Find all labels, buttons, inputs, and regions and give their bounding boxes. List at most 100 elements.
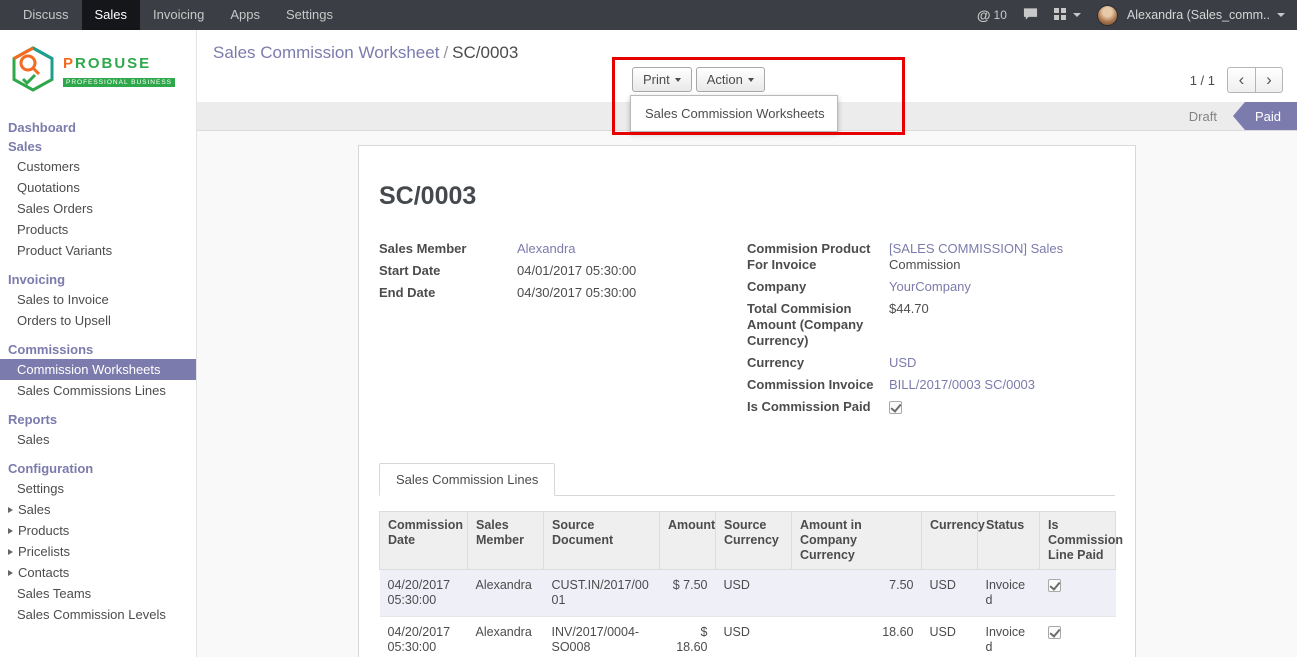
field-label-start-date: Start Date: [379, 263, 517, 279]
sidebar-nav: Dashboard Sales Customers Quotations Sal…: [0, 118, 196, 625]
status-draft[interactable]: Draft: [1173, 102, 1233, 130]
sidebar-section-sales[interactable]: Sales: [0, 137, 196, 156]
sidebar-item-label: Customers: [17, 159, 80, 174]
column-header-amount-company-currency[interactable]: Amount in Company Currency: [792, 512, 922, 570]
mentions-button[interactable]: @ 10: [977, 7, 1007, 23]
probuse-logo-text: PROBUSE PROFESSIONAL BUSINESS: [63, 55, 175, 87]
record-title: SC/0003: [379, 182, 1115, 211]
menu-sales[interactable]: Sales: [82, 0, 141, 30]
sidebar-item-label: Settings: [17, 481, 64, 496]
table-row[interactable]: 04/20/2017 05:30:00 Alexandra CUST.IN/20…: [380, 570, 1116, 617]
commission-lines-table: Commission Date Sales Member Source Docu…: [379, 511, 1116, 657]
cell-source-document: INV/2017/0004-SO008: [544, 617, 660, 657]
menu-apps[interactable]: Apps: [217, 0, 273, 30]
field-group: Sales Member Alexandra Start Date 04/01/…: [379, 241, 1115, 421]
sidebar-item-sales-to-invoice[interactable]: Sales to Invoice: [0, 289, 196, 310]
sidebar-item-sales-commission-levels[interactable]: Sales Commission Levels: [0, 604, 196, 625]
field-label-currency: Currency: [747, 355, 889, 371]
tab-sales-commission-lines[interactable]: Sales Commission Lines: [379, 463, 555, 496]
field-value-commission-product-link[interactable]: [SALES COMMISSION] Sales: [889, 241, 1063, 256]
sidebar-section-reports[interactable]: Reports: [0, 410, 196, 429]
menu-discuss[interactable]: Discuss: [10, 0, 82, 30]
column-header-amount[interactable]: Amount: [660, 512, 716, 570]
sidebar-item-orders-to-upsell[interactable]: Orders to Upsell: [0, 310, 196, 331]
column-header-sales-member[interactable]: Sales Member: [468, 512, 544, 570]
probuse-logo[interactable]: PROBUSE PROFESSIONAL BUSINESS: [0, 30, 196, 109]
sidebar-item-label: Sales: [17, 432, 50, 447]
field-value-currency[interactable]: USD: [889, 355, 916, 371]
activities-button[interactable]: [1054, 8, 1081, 23]
column-header-commission-date[interactable]: Commission Date: [380, 512, 468, 570]
column-header-is-commission-line-paid[interactable]: Is Commission Line Paid: [1040, 512, 1116, 570]
menu-item-sales-commission-worksheets[interactable]: Sales Commission Worksheets: [631, 100, 837, 127]
form-sheet: SC/0003 Sales Member Alexandra Start Dat…: [358, 145, 1136, 657]
column-header-source-document[interactable]: Source Document: [544, 512, 660, 570]
cell-status: Invoiced: [978, 617, 1040, 657]
sidebar-item-quotations[interactable]: Quotations: [0, 177, 196, 198]
mention-icon: @: [977, 7, 991, 23]
field-value-end-date: 04/30/2017 05:30:00: [517, 285, 636, 301]
sidebar-item-reports-sales[interactable]: Sales: [0, 429, 196, 450]
cell-status: Invoiced: [978, 570, 1040, 617]
messages-button[interactable]: [1023, 7, 1038, 24]
sidebar-item-settings[interactable]: Settings: [0, 478, 196, 499]
print-button[interactable]: Print: [632, 67, 692, 92]
sidebar-item-config-contacts[interactable]: Contacts: [0, 562, 196, 583]
pager-next-button[interactable]: ›: [1255, 67, 1283, 93]
pager-previous-button[interactable]: ‹: [1227, 67, 1255, 93]
sidebar-item-sales-commissions-lines[interactable]: Sales Commissions Lines: [0, 380, 196, 401]
sidebar-section-configuration[interactable]: Configuration: [0, 459, 196, 478]
field-label-commission-product: Commision Product For Invoice: [747, 241, 889, 273]
pager-counter: 1 / 1: [1190, 73, 1215, 88]
cell-line-paid: [1040, 617, 1116, 657]
column-header-source-currency[interactable]: Source Currency: [716, 512, 792, 570]
sidebar-item-label: Sales Orders: [17, 201, 93, 216]
form-view: SC/0003 Sales Member Alexandra Start Dat…: [197, 131, 1297, 657]
sidebar-item-commission-worksheets[interactable]: Commission Worksheets: [0, 359, 196, 380]
avatar: [1097, 5, 1118, 26]
menu-settings[interactable]: Settings: [273, 0, 346, 30]
user-menu[interactable]: Alexandra (Sales_comm..: [1097, 5, 1285, 26]
field-value-commission-invoice[interactable]: BILL/2017/0003 SC/0003: [889, 377, 1035, 393]
table-header-row: Commission Date Sales Member Source Docu…: [380, 512, 1116, 570]
is-commission-paid-checkbox[interactable]: [889, 401, 902, 414]
sidebar-section-invoicing[interactable]: Invoicing: [0, 270, 196, 289]
breadcrumb-current: SC/0003: [452, 43, 518, 62]
sidebar-item-customers[interactable]: Customers: [0, 156, 196, 177]
sidebar-item-product-variants[interactable]: Product Variants: [0, 240, 196, 261]
logo-word: ROBUSE: [75, 55, 151, 72]
caret-down-icon: [748, 78, 754, 82]
sidebar-item-products[interactable]: Products: [0, 219, 196, 240]
field-label-is-commission-paid: Is Commission Paid: [747, 399, 889, 415]
caret-right-icon: [8, 507, 13, 513]
column-header-status[interactable]: Status: [978, 512, 1040, 570]
status-paid[interactable]: Paid: [1233, 102, 1297, 130]
sidebar-item-dashboard[interactable]: Dashboard: [0, 118, 196, 137]
pager: 1 / 1 ‹ ›: [1190, 67, 1283, 93]
field-label-end-date: End Date: [379, 285, 517, 301]
sidebar-item-sales-teams[interactable]: Sales Teams: [0, 583, 196, 604]
field-value-commission-product-rest: Commission: [889, 257, 961, 272]
table-row[interactable]: 04/20/2017 05:30:00 Alexandra INV/2017/0…: [380, 617, 1116, 657]
sidebar-item-label: Pricelists: [18, 544, 70, 559]
action-button[interactable]: Action: [696, 67, 765, 92]
field-label-total-commission: Total Commision Amount (Company Currency…: [747, 301, 889, 349]
cell-commission-date: 04/20/2017 05:30:00: [380, 570, 468, 617]
sidebar-section-commissions[interactable]: Commissions: [0, 340, 196, 359]
sidebar-item-sales-orders[interactable]: Sales Orders: [0, 198, 196, 219]
sidebar-item-config-pricelists[interactable]: Pricelists: [0, 541, 196, 562]
field-value-company[interactable]: YourCompany: [889, 279, 971, 295]
field-value-sales-member[interactable]: Alexandra: [517, 241, 576, 257]
sidebar-item-label: Products: [18, 523, 69, 538]
cell-amount: $ 7.50: [660, 570, 716, 617]
print-button-label: Print: [643, 72, 670, 87]
sidebar-item-label: Product Variants: [17, 243, 112, 258]
breadcrumb-parent-link[interactable]: Sales Commission Worksheet: [213, 43, 439, 62]
sidebar-item-config-sales[interactable]: Sales: [0, 499, 196, 520]
sidebar-item-config-products[interactable]: Products: [0, 520, 196, 541]
line-paid-checkbox[interactable]: [1048, 626, 1061, 639]
menu-invoicing[interactable]: Invoicing: [140, 0, 217, 30]
column-header-currency[interactable]: Currency: [922, 512, 978, 570]
line-paid-checkbox[interactable]: [1048, 579, 1061, 592]
field-value-total-commission: $44.70: [889, 301, 929, 317]
